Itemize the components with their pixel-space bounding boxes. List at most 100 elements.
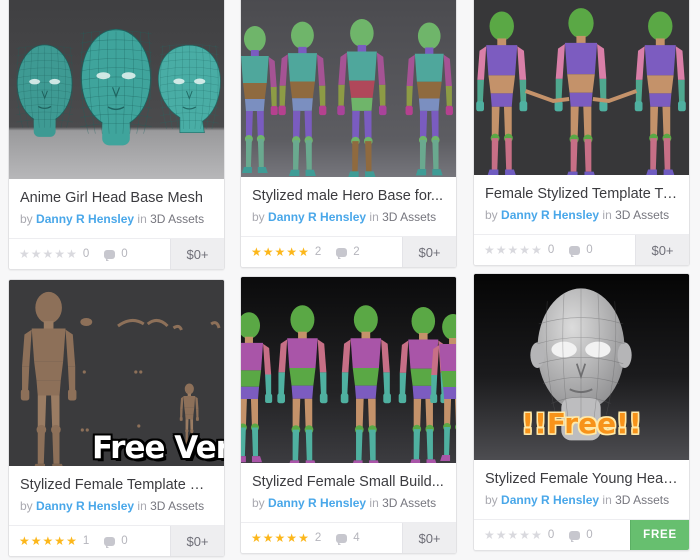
product-stats: ★ ★ ★ ★ ★ 0 0 — [474, 520, 630, 550]
byline-in-label: in — [602, 493, 612, 508]
product-byline: by Danny R Hensley in 3D Assets — [20, 499, 213, 513]
comment-count: 0 — [121, 248, 128, 261]
product-title[interactable]: Stylized Female Small Build... — [252, 474, 445, 491]
rating-count: 0 — [82, 248, 90, 261]
product-stats: ★ ★ ★ ★ ★ 0 0 — [474, 235, 635, 265]
product-footer: ★ ★ ★ ★ ★ 2 2 $0+ — [241, 236, 456, 268]
thumbnail-artwork — [474, 0, 689, 175]
product-info: Female Stylized Template Type... by Danny… — [474, 175, 689, 235]
comment-bubble-icon — [569, 246, 581, 257]
comment-bubble-icon — [336, 534, 348, 545]
rating-count: 2 — [314, 532, 322, 545]
product-byline: by Danny R Hensley in 3D Assets — [252, 496, 445, 510]
product-card[interactable]: Stylized male Hero Base for... by Danny R… — [240, 0, 457, 269]
price-button[interactable]: $0+ — [170, 239, 224, 270]
comment-count: 2 — [353, 246, 360, 259]
product-thumbnail[interactable] — [241, 0, 456, 177]
product-title[interactable]: Stylized Female Template High... — [20, 477, 213, 494]
comment-stat: 0 — [569, 244, 593, 257]
star-icon: ★ — [519, 243, 531, 258]
product-byline: by Danny R Hensley in 3D Assets — [485, 493, 678, 507]
product-card[interactable]: Anime Girl Head Base Mesh by Danny R Hens… — [8, 0, 225, 271]
comment-stat: 0 — [104, 248, 128, 261]
rating-stars: ★ ★ ★ ★ ★ — [251, 532, 309, 544]
rating-count: 2 — [314, 246, 322, 259]
price-button[interactable]: $0+ — [635, 235, 689, 266]
star-icon: ★ — [19, 247, 30, 262]
product-footer: ★ ★ ★ ★ ★ 0 0 FREE — [474, 519, 689, 551]
comment-stat: 0 — [569, 529, 593, 542]
product-card[interactable]: Stylized Female Small Build... by Danny R… — [240, 276, 457, 555]
star-icon: ★ — [42, 247, 54, 262]
product-stats: ★ ★ ★ ★ ★ 2 4 — [241, 523, 402, 553]
product-info: Stylized Female Small Build... by Danny R… — [241, 463, 456, 523]
star-icon: ★ — [286, 245, 298, 260]
category-link[interactable]: 3D Assets — [615, 493, 669, 507]
byline-by-label: by — [252, 496, 265, 511]
star-icon: ★ — [274, 245, 286, 260]
star-icon: ★ — [484, 243, 495, 258]
product-title[interactable]: Anime Girl Head Base Mesh — [20, 190, 213, 207]
product-footer: ★ ★ ★ ★ ★ 0 0 $0+ — [9, 238, 224, 270]
product-card[interactable]: !!Free!! Stylized Female Young Head... by … — [473, 273, 690, 552]
rating-stars: ★ ★ ★ ★ ★ — [19, 535, 77, 547]
product-stats: ★ ★ ★ ★ ★ 2 2 — [241, 237, 402, 267]
star-icon: ★ — [519, 528, 531, 543]
star-icon: ★ — [30, 247, 42, 262]
product-info: Stylized male Hero Base for... by Danny R… — [241, 177, 456, 237]
rating-count: 0 — [547, 244, 555, 257]
byline-in-label: in — [369, 210, 379, 225]
author-link[interactable]: Danny R Hensley — [268, 210, 366, 224]
byline-in-label: in — [369, 496, 379, 511]
byline-by-label: by — [20, 212, 33, 227]
product-grid: Anime Girl Head Base Mesh by Danny R Hens… — [0, 0, 700, 560]
star-icon: ★ — [30, 534, 42, 549]
star-icon: ★ — [507, 528, 519, 543]
thumbnail-artwork — [241, 0, 456, 177]
price-button[interactable]: $0+ — [402, 523, 456, 554]
byline-in-label: in — [137, 212, 147, 227]
product-byline: by Danny R Hensley in 3D Assets — [20, 212, 213, 226]
comment-count: 0 — [586, 244, 593, 257]
thumbnail-artwork — [9, 280, 224, 466]
thumbnail-artwork — [9, 0, 224, 179]
category-link[interactable]: 3D Assets — [150, 212, 204, 226]
star-icon: ★ — [19, 534, 30, 549]
product-title[interactable]: Female Stylized Template Type... — [485, 186, 678, 203]
product-thumbnail[interactable] — [474, 0, 689, 175]
product-card[interactable]: Free Versi Stylized Female Template High.… — [8, 279, 225, 558]
product-footer: ★ ★ ★ ★ ★ 1 0 $0+ — [9, 525, 224, 557]
author-link[interactable]: Danny R Hensley — [501, 493, 599, 507]
author-link[interactable]: Danny R Hensley — [36, 499, 134, 513]
product-card[interactable]: Female Stylized Template Type... by Danny… — [473, 0, 690, 267]
category-link[interactable]: 3D Assets — [150, 499, 204, 513]
author-link[interactable]: Danny R Hensley — [501, 208, 599, 222]
star-icon: ★ — [42, 534, 54, 549]
product-thumbnail[interactable]: !!Free!! — [474, 274, 689, 460]
byline-by-label: by — [20, 499, 33, 514]
product-title[interactable]: Stylized Female Young Head... — [485, 471, 678, 488]
star-icon: ★ — [54, 534, 66, 549]
star-icon: ★ — [66, 247, 77, 262]
price-button[interactable]: $0+ — [402, 237, 456, 268]
author-link[interactable]: Danny R Hensley — [36, 212, 134, 226]
category-link[interactable]: 3D Assets — [615, 208, 669, 222]
thumbnail-artwork — [241, 277, 456, 463]
star-icon: ★ — [286, 531, 298, 546]
thumbnail-artwork — [474, 274, 689, 460]
star-icon: ★ — [298, 245, 309, 260]
product-thumbnail[interactable] — [9, 0, 224, 179]
category-link[interactable]: 3D Assets — [382, 210, 436, 224]
product-thumbnail[interactable]: Free Versi — [9, 280, 224, 466]
product-title[interactable]: Stylized male Hero Base for... — [252, 188, 445, 205]
author-link[interactable]: Danny R Hensley — [268, 496, 366, 510]
comment-count: 4 — [353, 532, 360, 545]
product-byline: by Danny R Hensley in 3D Assets — [252, 210, 445, 224]
product-thumbnail[interactable] — [241, 277, 456, 463]
star-icon: ★ — [531, 243, 542, 258]
free-badge[interactable]: FREE — [630, 520, 689, 551]
rating-stars: ★ ★ ★ ★ ★ — [484, 244, 542, 256]
price-button[interactable]: $0+ — [170, 526, 224, 557]
category-link[interactable]: 3D Assets — [382, 496, 436, 510]
byline-by-label: by — [485, 493, 498, 508]
